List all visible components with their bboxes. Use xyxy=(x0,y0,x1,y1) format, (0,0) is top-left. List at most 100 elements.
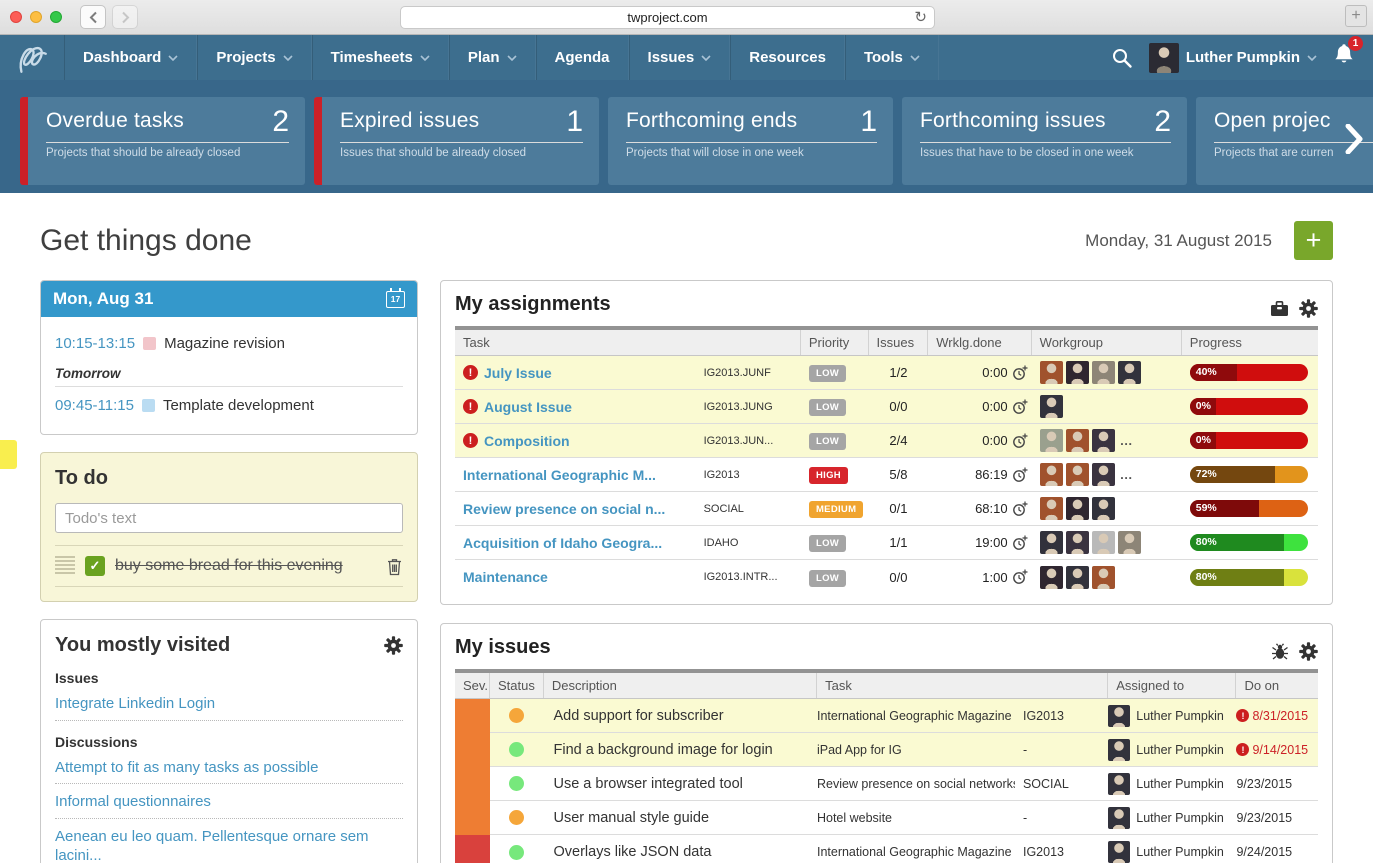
column-header-workgroup[interactable]: Workgroup xyxy=(1032,330,1182,355)
avatar[interactable] xyxy=(1066,463,1089,486)
zoom-window-button[interactable] xyxy=(50,11,62,23)
avatar[interactable] xyxy=(1066,361,1089,384)
avatar[interactable] xyxy=(1092,531,1115,554)
agenda-widget-header[interactable]: Mon, Aug 31 17 xyxy=(41,281,417,317)
nav-item-dashboard[interactable]: Dashboard xyxy=(64,35,197,80)
browser-forward-button[interactable] xyxy=(112,5,138,29)
task-link[interactable]: Acquisition of Idaho Geogra... xyxy=(463,535,662,551)
banner-card-forthcoming-issues[interactable]: Forthcoming issues 2 Issues that have to… xyxy=(902,97,1187,185)
avatar[interactable] xyxy=(1092,566,1115,589)
agenda-event[interactable]: 09:45-11:15 Template development xyxy=(55,391,403,420)
issue-description[interactable]: User manual style guide xyxy=(543,810,816,826)
worklog-add-icon[interactable] xyxy=(1012,501,1028,517)
mostly-visited-title: You mostly visited xyxy=(55,634,384,657)
nav-item-tools[interactable]: Tools xyxy=(845,35,939,80)
avatar[interactable] xyxy=(1092,497,1115,520)
agenda-event[interactable]: 10:15-13:15 Magazine revision xyxy=(55,329,403,358)
search-icon[interactable] xyxy=(1111,47,1133,69)
avatar[interactable] xyxy=(1040,361,1063,384)
avatar[interactable] xyxy=(1040,395,1063,418)
nav-item-issues[interactable]: Issues xyxy=(629,35,731,80)
address-bar[interactable]: twproject.com ↻ xyxy=(400,6,935,29)
task-link[interactable]: Review presence on social n... xyxy=(463,501,665,517)
avatar[interactable] xyxy=(1040,497,1063,520)
avatar[interactable] xyxy=(1040,531,1063,554)
avatar[interactable] xyxy=(1040,566,1063,589)
avatar[interactable] xyxy=(1118,531,1141,554)
column-header-severity[interactable]: Sev. xyxy=(455,673,490,698)
todo-checkbox[interactable]: ✓ xyxy=(85,556,105,576)
issue-description[interactable]: Overlays like JSON data xyxy=(543,844,816,860)
gear-icon[interactable] xyxy=(1299,299,1318,318)
avatar[interactable] xyxy=(1092,429,1115,452)
task-link[interactable]: Composition xyxy=(484,433,570,449)
task-link[interactable]: July Issue xyxy=(484,365,552,381)
column-header-progress[interactable]: Progress xyxy=(1182,330,1318,355)
worklog-value: 0:00 xyxy=(982,365,1007,380)
visited-link[interactable]: Aenean eu leo quam. Pellentesque ornare … xyxy=(55,819,403,863)
visited-link[interactable]: Informal questionnaires xyxy=(55,784,403,819)
issue-description[interactable]: Find a background image for login xyxy=(543,742,816,758)
worklog-add-icon[interactable] xyxy=(1012,569,1028,585)
more-members-ellipsis[interactable]: … xyxy=(1120,467,1134,482)
user-menu[interactable]: Luther Pumpkin xyxy=(1149,43,1317,73)
notifications-button[interactable]: 1 xyxy=(1333,43,1355,72)
avatar[interactable] xyxy=(1092,463,1115,486)
avatar[interactable] xyxy=(1040,429,1063,452)
feedback-tab[interactable] xyxy=(0,440,17,469)
nav-item-agenda[interactable]: Agenda xyxy=(536,35,629,80)
column-header-issues[interactable]: Issues xyxy=(869,330,929,355)
worklog-add-icon[interactable] xyxy=(1012,433,1028,449)
briefcase-icon[interactable] xyxy=(1270,300,1289,317)
drag-handle-icon[interactable] xyxy=(55,556,75,576)
gear-icon[interactable] xyxy=(1299,642,1318,661)
more-members-ellipsis[interactable]: … xyxy=(1120,433,1134,448)
task-link[interactable]: August Issue xyxy=(484,399,572,415)
banner-card-forthcoming-ends[interactable]: Forthcoming ends 1 Projects that will cl… xyxy=(608,97,893,185)
banner-card-overdue-tasks[interactable]: Overdue tasks 2 Projects that should be … xyxy=(20,97,305,185)
browser-back-button[interactable] xyxy=(80,5,106,29)
close-window-button[interactable] xyxy=(10,11,22,23)
worklog-add-icon[interactable] xyxy=(1012,535,1028,551)
worklog-add-icon[interactable] xyxy=(1012,467,1028,483)
column-header-priority[interactable]: Priority xyxy=(801,330,869,355)
column-header-wrklgdone[interactable]: Wrklg.done xyxy=(928,330,1031,355)
avatar[interactable] xyxy=(1066,566,1089,589)
reload-icon[interactable]: ↻ xyxy=(914,10,927,25)
column-header-do-on[interactable]: Do on xyxy=(1236,673,1318,698)
column-header-task[interactable]: Task xyxy=(817,673,1108,698)
nav-item-plan[interactable]: Plan xyxy=(449,35,536,80)
worklog-add-icon[interactable] xyxy=(1012,365,1028,381)
visited-link[interactable]: Attempt to fit as many tasks as possible xyxy=(55,750,403,785)
task-link[interactable]: International Geographic M... xyxy=(463,467,656,483)
banner-next-button[interactable] xyxy=(1339,118,1369,160)
new-tab-button[interactable]: + xyxy=(1345,5,1367,27)
minimize-window-button[interactable] xyxy=(30,11,42,23)
bug-icon[interactable] xyxy=(1271,643,1289,661)
worklog-add-icon[interactable] xyxy=(1012,399,1028,415)
column-header-description[interactable]: Description xyxy=(544,673,817,698)
column-header-status[interactable]: Status xyxy=(490,673,544,698)
calendar-icon[interactable]: 17 xyxy=(386,291,405,308)
issue-description[interactable]: Add support for subscriber xyxy=(543,708,816,724)
add-button[interactable]: + xyxy=(1294,221,1333,260)
twproject-logo[interactable] xyxy=(0,35,64,80)
trash-icon[interactable] xyxy=(386,557,403,576)
visited-link[interactable]: Integrate Linkedin Login xyxy=(55,686,403,721)
nav-item-timesheets[interactable]: Timesheets xyxy=(312,35,449,80)
gear-icon[interactable] xyxy=(384,636,403,655)
avatar[interactable] xyxy=(1040,463,1063,486)
banner-card-expired-issues[interactable]: Expired issues 1 Issues that should be a… xyxy=(314,97,599,185)
todo-input[interactable] xyxy=(55,503,403,533)
avatar[interactable] xyxy=(1092,361,1115,384)
nav-item-resources[interactable]: Resources xyxy=(730,35,845,80)
avatar[interactable] xyxy=(1066,429,1089,452)
avatar[interactable] xyxy=(1066,531,1089,554)
task-link[interactable]: Maintenance xyxy=(463,569,548,585)
column-header-assigned-to[interactable]: Assigned to xyxy=(1108,673,1236,698)
avatar[interactable] xyxy=(1066,497,1089,520)
avatar[interactable] xyxy=(1118,361,1141,384)
issue-description[interactable]: Use a browser integrated tool xyxy=(543,776,816,792)
column-header-task[interactable]: Task xyxy=(455,330,801,355)
nav-item-projects[interactable]: Projects xyxy=(197,35,311,80)
